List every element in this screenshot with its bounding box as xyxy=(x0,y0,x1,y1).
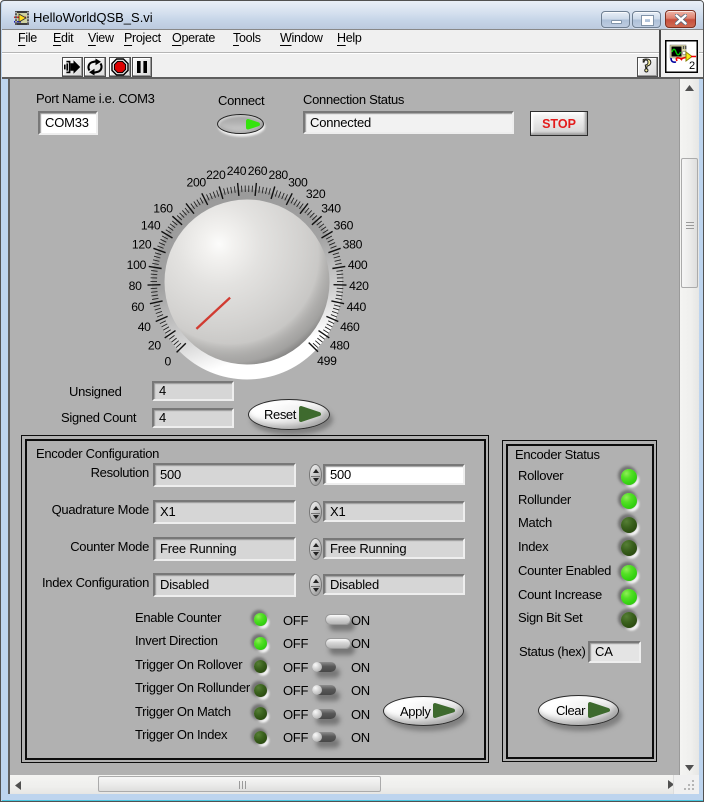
svg-text:380: 380 xyxy=(343,238,363,252)
svg-text:0: 0 xyxy=(165,355,172,369)
svg-text:120: 120 xyxy=(132,238,152,252)
svg-text:2: 2 xyxy=(689,60,695,72)
svg-text:440: 440 xyxy=(347,300,367,314)
svg-text:20: 20 xyxy=(148,339,161,353)
svg-text:460: 460 xyxy=(340,320,360,334)
svg-text:280: 280 xyxy=(268,168,288,182)
svg-text:200: 200 xyxy=(186,176,206,190)
svg-text:100: 100 xyxy=(127,258,147,272)
svg-text:160: 160 xyxy=(153,201,173,215)
svg-text:240: 240 xyxy=(227,164,247,178)
svg-text:420: 420 xyxy=(349,279,369,293)
svg-text:400: 400 xyxy=(348,258,368,272)
svg-text:260: 260 xyxy=(248,164,268,178)
svg-text:480: 480 xyxy=(330,339,350,353)
svg-text:220: 220 xyxy=(206,168,226,182)
svg-text:80: 80 xyxy=(129,279,142,293)
svg-text:60: 60 xyxy=(131,300,144,314)
svg-text:360: 360 xyxy=(334,219,354,233)
svg-text:340: 340 xyxy=(321,201,341,215)
svg-text:320: 320 xyxy=(306,187,326,201)
svg-text:40: 40 xyxy=(138,320,151,334)
svg-text:499: 499 xyxy=(317,354,337,368)
svg-text:140: 140 xyxy=(141,219,161,233)
